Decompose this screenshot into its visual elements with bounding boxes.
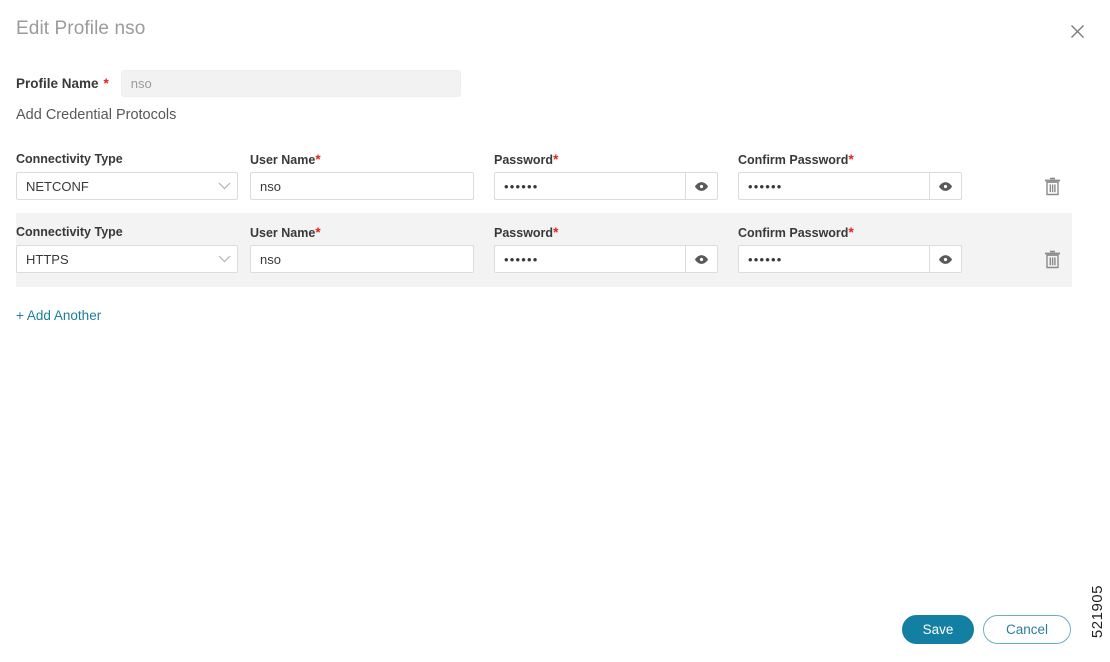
- user-name-field[interactable]: [250, 172, 474, 200]
- connectivity-type-label: Connectivity Type: [16, 225, 123, 239]
- profile-name-label: Profile Name *: [16, 76, 109, 91]
- eye-icon[interactable]: [685, 173, 717, 199]
- credential-rows-container: Connectivity Type User Name* Password* C…: [0, 145, 1110, 287]
- add-credential-protocols-heading: Add Credential Protocols: [16, 107, 177, 123]
- close-icon[interactable]: [1066, 20, 1088, 42]
- table-row: Connectivity Type User Name* Password* C…: [16, 213, 1072, 287]
- required-marker: *: [315, 225, 321, 240]
- trash-icon[interactable]: [1038, 245, 1066, 273]
- confirm-password-input[interactable]: [739, 251, 929, 267]
- table-row: Connectivity Type User Name* Password* C…: [16, 145, 1072, 213]
- confirm-password-input[interactable]: [739, 178, 929, 194]
- password-label: Password*: [494, 152, 559, 167]
- save-button[interactable]: Save: [902, 615, 974, 644]
- profile-name-input[interactable]: [120, 70, 461, 97]
- password-field[interactable]: [494, 245, 718, 273]
- required-marker: *: [848, 225, 854, 240]
- chevron-down-icon: [211, 255, 237, 263]
- user-name-label: User Name*: [250, 152, 321, 167]
- password-input[interactable]: [495, 251, 685, 267]
- add-another-link[interactable]: + Add Another: [16, 308, 101, 323]
- profile-name-row: Profile Name *: [16, 70, 461, 97]
- connectivity-type-select[interactable]: HTTPS: [16, 245, 238, 273]
- connectivity-type-value: NETCONF: [26, 178, 89, 194]
- user-name-field[interactable]: [250, 245, 474, 273]
- trash-icon[interactable]: [1038, 172, 1066, 200]
- dialog-footer: Save Cancel: [0, 615, 1110, 645]
- chevron-down-icon: [211, 182, 237, 190]
- user-name-label: User Name*: [250, 225, 321, 240]
- confirm-password-label: Confirm Password*: [738, 152, 854, 167]
- eye-icon[interactable]: [929, 173, 961, 199]
- dialog-header: Edit Profile nso: [0, 0, 1110, 56]
- user-name-input[interactable]: [251, 251, 473, 267]
- connectivity-type-label: Connectivity Type: [16, 152, 123, 166]
- connectivity-type-value: HTTPS: [26, 251, 69, 267]
- password-label: Password*: [494, 225, 559, 240]
- confirm-password-label: Confirm Password*: [738, 225, 854, 240]
- profile-name-label-text: Profile Name: [16, 76, 99, 91]
- required-marker: *: [553, 152, 559, 167]
- figure-number: 521905: [1089, 584, 1106, 638]
- user-name-input[interactable]: [251, 178, 473, 194]
- confirm-password-field[interactable]: [738, 172, 962, 200]
- cancel-button[interactable]: Cancel: [983, 615, 1071, 644]
- connectivity-type-select[interactable]: NETCONF: [16, 172, 238, 200]
- password-field[interactable]: [494, 172, 718, 200]
- eye-icon[interactable]: [685, 246, 717, 272]
- required-marker: *: [315, 152, 321, 167]
- required-marker: *: [103, 76, 109, 91]
- required-marker: *: [553, 225, 559, 240]
- page-title: Edit Profile nso: [16, 18, 146, 39]
- confirm-password-field[interactable]: [738, 245, 962, 273]
- eye-icon[interactable]: [929, 246, 961, 272]
- required-marker: *: [848, 152, 854, 167]
- password-input[interactable]: [495, 178, 685, 194]
